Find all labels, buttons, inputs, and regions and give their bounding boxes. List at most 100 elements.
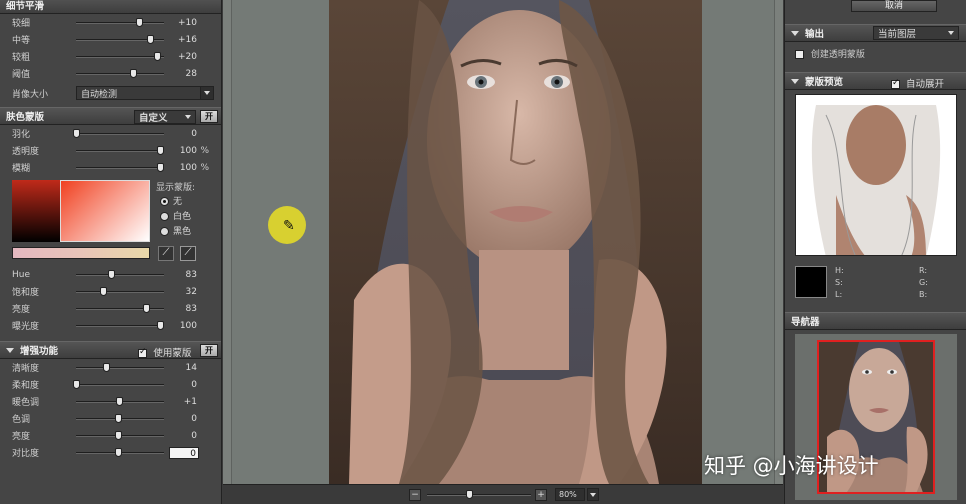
slider-row: 透明度 100% [0,142,221,159]
create-mask-checkbox[interactable] [795,50,804,59]
section-header-navigator[interactable]: 导航器 [785,312,966,330]
slider-thumb[interactable] [130,69,138,78]
enhance-toggle-button[interactable]: 开 [200,344,218,357]
show-mask-radio-option[interactable]: 白色 [160,209,191,224]
eyedropper-plus-icon[interactable]: ⟋ [180,246,196,261]
portrait-size-dropdown[interactable]: 自动检测 [76,86,214,100]
slider-value[interactable]: +20 [167,52,197,62]
slider-value[interactable]: 0 [167,380,197,390]
zoom-value-field[interactable]: 80% [555,488,585,501]
slider-value[interactable]: 28 [167,69,197,79]
slider-track[interactable] [76,321,164,330]
slider-thumb[interactable] [115,431,122,440]
slider-value[interactable]: 83 [167,270,197,280]
skin-tone-bar[interactable] [12,247,150,259]
section-title: 细节平滑 [6,1,45,12]
zoom-slider-track[interactable] [427,490,531,499]
slider-track[interactable] [76,397,164,406]
preview-canvas[interactable]: ✎ [231,0,775,484]
slider-track[interactable] [76,146,164,155]
lightness-readout-label: L: [835,290,843,299]
skin-mask-toggle-button[interactable]: 开 [200,110,218,123]
zoom-out-button[interactable]: − [409,489,421,501]
slider-value[interactable]: 83 [167,304,197,314]
slider-thumb[interactable] [103,363,111,372]
slider-track[interactable] [73,380,164,389]
zoom-dropdown-button[interactable] [587,488,599,501]
slider-thumb[interactable] [154,52,162,61]
watermark-text: 知乎 @小海讲设计 [704,454,879,478]
slider-value[interactable]: 32 [167,287,197,297]
slider-thumb[interactable] [108,270,116,279]
slider-value[interactable]: 0 [167,414,197,424]
slider-row: 清晰度 14 [0,359,221,376]
slider-track[interactable] [76,414,164,423]
auto-expand-checkbox[interactable] [891,78,900,89]
slider-value[interactable]: 100 [167,321,197,331]
radio-button[interactable] [160,197,169,206]
radio-button[interactable] [160,212,169,221]
slider-thumb[interactable] [73,129,80,138]
slider-track[interactable] [76,18,164,27]
slider-track[interactable] [76,448,164,457]
section-header-enhancements[interactable]: 增强功能 使用蒙版 开 [0,341,221,359]
use-mask-checkbox-wrap[interactable]: 使用蒙版 [138,345,191,359]
slider-thumb[interactable] [136,18,143,27]
slider-value[interactable]: +16 [167,35,197,45]
slider-value[interactable]: 100 [167,163,197,173]
slider-track[interactable] [76,163,164,172]
slider-track[interactable] [76,304,164,313]
color-hue-strip[interactable] [12,180,60,242]
use-mask-checkbox[interactable] [138,347,147,358]
slider-thumb[interactable] [73,380,80,389]
section-header-output[interactable]: 输出 当前图层 [785,24,966,42]
slider-value[interactable]: 0 [169,446,199,459]
slider-value[interactable]: 0 [167,129,197,139]
chevron-down-icon [945,27,958,39]
radio-button[interactable] [160,227,169,236]
slider-thumb[interactable] [157,146,164,155]
slider-row: 对比度 0 [0,444,221,461]
show-mask-radio-option[interactable]: 无 [160,194,191,209]
zoom-slider-thumb[interactable] [466,490,473,499]
create-mask-option[interactable]: 创建透明蒙版 [795,47,865,60]
slider-value[interactable]: 100 [167,146,197,156]
slider-thumb[interactable] [157,321,164,330]
slider-track[interactable] [76,35,164,44]
show-mask-radio-option[interactable]: 黑色 [160,224,191,239]
blue-readout-label: B: [919,290,928,299]
slider-track[interactable] [76,287,164,296]
slider-track[interactable] [76,52,164,61]
slider-track[interactable] [76,431,164,440]
slider-track[interactable] [76,69,164,78]
slider-track[interactable] [76,270,164,279]
skin-mode-dropdown[interactable]: 自定义 [134,110,196,124]
slider-thumb[interactable] [146,35,154,44]
slider-value[interactable]: 0 [167,431,197,441]
slider-track[interactable] [73,129,164,138]
slider-thumb[interactable] [142,304,150,313]
portrait-size-value: 自动检测 [81,89,118,100]
eyedropper-icon[interactable]: ⟋ [158,246,174,261]
skin-slider-group: 羽化 0 透明度 100% 模糊 100% [0,125,221,176]
slider-thumb[interactable] [115,397,123,406]
slider-thumb[interactable] [99,287,107,296]
slider-value[interactable]: 14 [167,363,197,373]
section-header-mask-preview[interactable]: 蒙版预览 自动展开 [785,72,966,90]
slider-track[interactable] [76,363,164,372]
cancel-button[interactable]: 取消 [851,0,937,12]
slider-value[interactable]: +1 [167,397,197,407]
auto-expand-option[interactable]: 自动展开 [891,76,944,90]
slider-value[interactable]: +10 [167,18,197,28]
zoom-in-button[interactable]: + [535,489,547,501]
section-header-detail-smoothing[interactable]: 细节平滑 [0,0,221,14]
portrait-photo[interactable] [329,0,702,484]
mask-preview-image[interactable] [795,94,957,256]
output-target-dropdown[interactable]: 当前图层 [873,26,959,40]
slider-thumb[interactable] [115,414,122,423]
slider-thumb[interactable] [157,163,164,172]
chevron-down-icon [182,111,195,123]
slider-thumb[interactable] [115,448,122,457]
section-header-skin-mask[interactable]: 肤色蒙版 自定义 开 [0,107,221,125]
color-range-selector[interactable] [60,180,150,242]
